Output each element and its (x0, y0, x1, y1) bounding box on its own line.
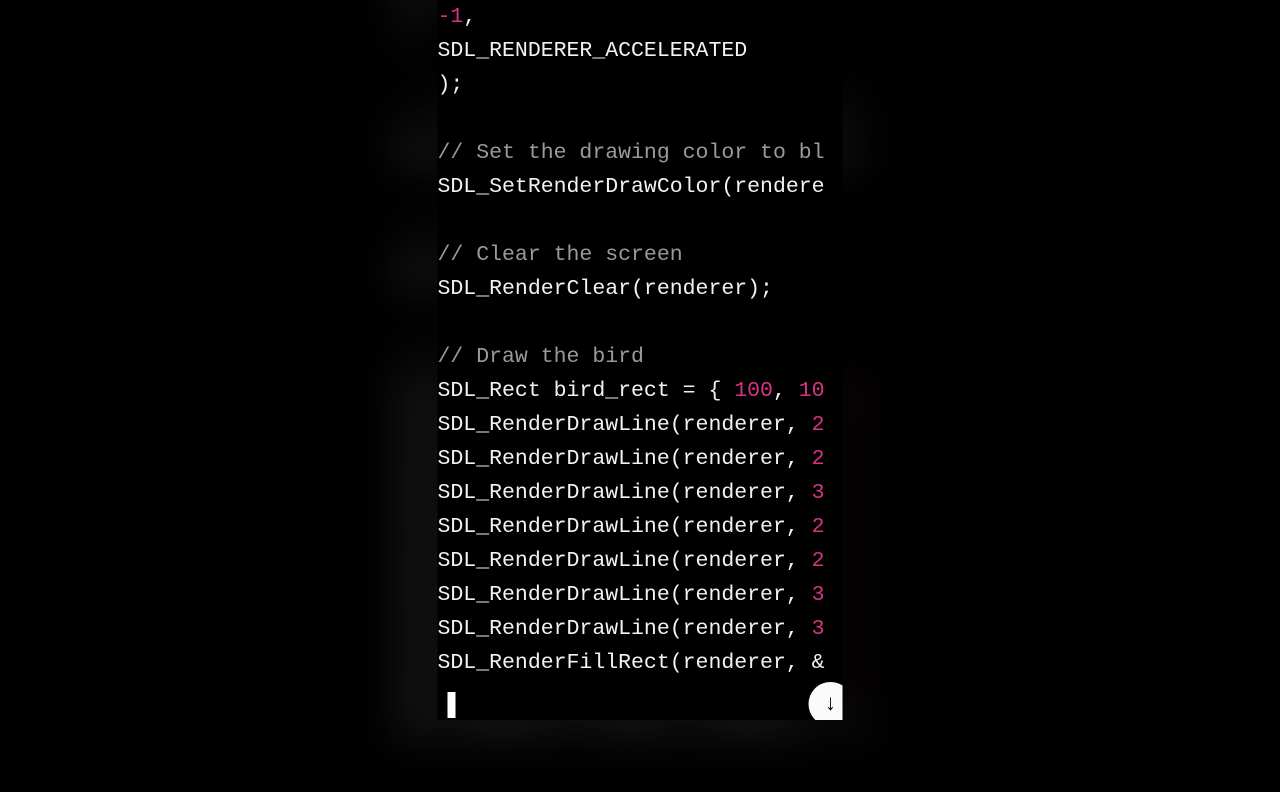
code-token: SDL_RenderDrawLine(renderer, (438, 549, 812, 573)
code-line: SDL_RenderDrawLine(renderer, 3 (438, 476, 843, 510)
code-line (438, 306, 843, 340)
code-line: SDL_RenderDrawLine(renderer, 3 (438, 612, 843, 646)
code-token: 2 (846, 546, 861, 575)
code-token: 3 (812, 481, 825, 505)
code-line: // Set the drawing color to bl (438, 136, 843, 170)
code-token: & (812, 651, 825, 675)
code-token: 3 (846, 668, 861, 697)
code-line (438, 102, 843, 136)
code-token: ); (397, 16, 428, 45)
code-line: // Clear the screen (438, 238, 843, 272)
code-line: SDL_SetRenderDrawColor(rendere (438, 170, 843, 204)
code-line (438, 204, 843, 238)
code-token: 3 (846, 628, 861, 657)
code-token: SDL_RenderDrawLine(renderer, (438, 413, 812, 437)
code-line: -1, (438, 0, 843, 34)
code-token: // Clear the screen (438, 243, 683, 267)
code-line: ); (438, 68, 843, 102)
code-line: SDL_RenderDrawLine(renderer, 3 (438, 578, 843, 612)
code-token: SDL_RenderDrawLine(renderer, (438, 515, 812, 539)
code-token: SDL_RenderDrawLine(renderer, (438, 617, 812, 641)
arrow-down-icon: ↓ (824, 692, 837, 717)
code-line: SDL_RenderDrawLine(renderer, 2 (438, 544, 843, 578)
code-line: SDL_RenderDrawLine(renderer, 2 (438, 510, 843, 544)
code-token: SDL_RenderDrawLine(renderer, (438, 447, 812, 471)
code-token: SDL_SetRenderDrawColor(rendere (438, 175, 825, 199)
code-token: 2 (812, 447, 825, 471)
code-token: , (463, 5, 476, 29)
code-token: SDL_RENDERER_ACCELERATED (438, 39, 748, 63)
code-line: SDL_RenderFillRect(renderer, & (438, 646, 843, 680)
code-token: SDL_RenderDrawLine(renderer, (438, 583, 812, 607)
code-token: 3 (812, 617, 825, 641)
code-token: 100 (734, 379, 773, 403)
code-token: SDL_Rect bird_rect = { (438, 379, 735, 403)
code-token: 3 (846, 505, 861, 534)
code-token: ); (438, 73, 464, 97)
text-cursor (448, 692, 456, 718)
code-token: 2 (812, 549, 825, 573)
code-line: // Draw the bird (438, 340, 843, 374)
code-line: SDL_RENDERER_ACCELERATED (438, 34, 843, 68)
code-token: -1 (438, 5, 464, 29)
code-token: // Draw the bird (438, 345, 644, 369)
code-line: SDL_RenderDrawLine(renderer, 2 (438, 408, 843, 442)
code-block[interactable]: -1, SDL_RENDERER_ACCELERATED); // Set the… (438, 0, 843, 680)
code-token: 2 (846, 587, 861, 616)
code-token: 2 (846, 464, 861, 493)
video-frame: -1, SDL_RENDERER_ACCELERATED); // Set the… (438, 0, 843, 720)
scroll-down-button[interactable]: ↓ (809, 682, 843, 720)
code-line: SDL_RenderDrawLine(renderer, 2 (438, 442, 843, 476)
code-token: 3 (812, 583, 825, 607)
code-token: SDL_RenderDrawLine(renderer, (438, 481, 812, 505)
code-token: , (773, 379, 799, 403)
code-token: 2 (846, 424, 861, 453)
code-token: 2 (812, 515, 825, 539)
code-token: SDL_RenderClear(renderer); (438, 277, 773, 301)
code-token: 2 (812, 413, 825, 437)
code-token: SDL_RenderFillRect(renderer, (438, 651, 812, 675)
code-token: & (846, 709, 861, 738)
code-token: 10 (799, 379, 825, 403)
code-line: SDL_Rect bird_rect = { 100, 10 (438, 374, 843, 408)
code-token: // Set the drawing color to bl (438, 141, 825, 165)
code-line: SDL_RenderClear(renderer); (438, 272, 843, 306)
